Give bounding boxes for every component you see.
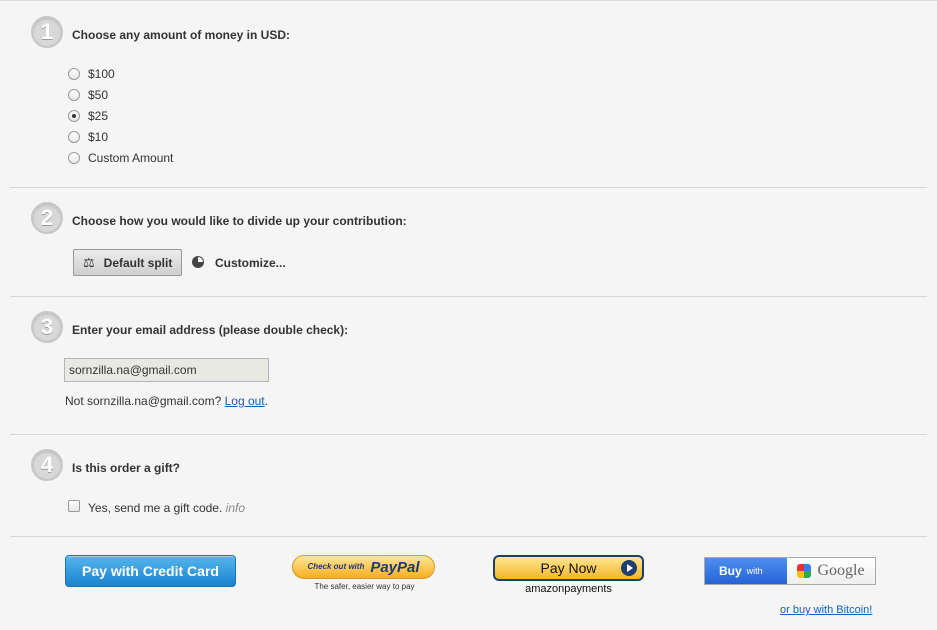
amount-option-label: $100 bbox=[88, 67, 115, 81]
amount-option-25[interactable]: $25 bbox=[68, 109, 108, 123]
amount-option-custom[interactable]: Custom Amount bbox=[68, 151, 173, 165]
amazon-pay-label: Pay Now bbox=[540, 560, 597, 576]
google-wallet-icon bbox=[797, 564, 812, 578]
step-1-badge: 1 bbox=[31, 16, 63, 48]
paypal-tagline: The safer, easier way to pay bbox=[314, 582, 415, 591]
gift-label: Yes, send me a gift code. info bbox=[88, 501, 245, 515]
amount-option-label: $25 bbox=[88, 109, 109, 123]
amazon-pay-button[interactable]: Pay Now amazonpayments bbox=[493, 555, 644, 597]
gift-info-link[interactable]: info bbox=[226, 501, 245, 515]
play-arrow-icon bbox=[621, 560, 637, 576]
step-2-badge: 2 bbox=[31, 202, 63, 234]
step-3-title: Enter your email address (please double … bbox=[72, 323, 349, 337]
not-you-text: Not sornzilla.na@gmail.com? bbox=[65, 394, 222, 408]
step-1-title: Choose any amount of money in USD: bbox=[72, 28, 291, 42]
pay-credit-card-button[interactable]: Pay with Credit Card bbox=[65, 555, 236, 587]
logout-link[interactable]: Log out bbox=[225, 394, 265, 408]
top-border bbox=[0, 0, 937, 1]
email-field[interactable] bbox=[64, 358, 269, 382]
step-3-badge: 3 bbox=[31, 311, 63, 343]
radio-button[interactable] bbox=[68, 152, 80, 164]
radio-button-selected[interactable] bbox=[68, 110, 80, 122]
scale-icon: ⚖ bbox=[83, 254, 95, 270]
paypal-checkout-button[interactable]: Check out with PayPal The safer, easier … bbox=[292, 555, 437, 595]
amazon-pay-now[interactable]: Pay Now bbox=[493, 555, 644, 581]
step-4-badge: 4 bbox=[31, 449, 63, 481]
bitcoin-link[interactable]: or buy with Bitcoin! bbox=[780, 604, 872, 616]
default-split-label: Default split bbox=[103, 255, 173, 270]
paypal-small-text: Check out with bbox=[307, 562, 365, 571]
google-brand-section: Google bbox=[787, 558, 875, 584]
radio-button[interactable] bbox=[68, 131, 80, 143]
gift-checkbox[interactable] bbox=[68, 500, 80, 512]
amount-option-label: $10 bbox=[88, 130, 109, 144]
gift-label-text: Yes, send me a gift code. bbox=[88, 501, 223, 515]
radio-button[interactable] bbox=[68, 89, 80, 101]
section-divider bbox=[10, 536, 927, 537]
google-logo: Google bbox=[817, 562, 865, 579]
paypal-logo: PayPal bbox=[370, 558, 420, 576]
step-2-title: Choose how you would like to divide up y… bbox=[72, 214, 407, 228]
amount-option-10[interactable]: $10 bbox=[68, 130, 108, 144]
customize-link[interactable]: Customize... bbox=[215, 256, 286, 270]
google-buy-section: Buy with bbox=[705, 558, 787, 584]
google-checkout-button[interactable]: Buy with Google bbox=[704, 557, 876, 585]
not-you-line: Not sornzilla.na@gmail.com? Log out. bbox=[65, 394, 268, 408]
section-divider bbox=[10, 434, 927, 435]
amount-option-label: $50 bbox=[88, 88, 109, 102]
amount-option-label: Custom Amount bbox=[88, 151, 174, 165]
default-split-button[interactable]: ⚖ Default split bbox=[73, 249, 182, 276]
amount-option-100[interactable]: $100 bbox=[68, 67, 115, 81]
pie-chart-icon[interactable] bbox=[192, 256, 204, 268]
paypal-pill[interactable]: Check out with PayPal bbox=[292, 555, 435, 579]
google-with-label: with bbox=[746, 566, 763, 576]
section-divider bbox=[10, 187, 927, 188]
step-4-title: Is this order a gift? bbox=[72, 461, 181, 475]
logout-suffix: . bbox=[264, 394, 268, 408]
section-divider bbox=[10, 296, 927, 297]
google-buy-label: Buy bbox=[719, 564, 742, 578]
amount-option-50[interactable]: $50 bbox=[68, 88, 108, 102]
amazon-payments-logo: amazonpayments bbox=[525, 583, 612, 595]
radio-button[interactable] bbox=[68, 68, 80, 80]
